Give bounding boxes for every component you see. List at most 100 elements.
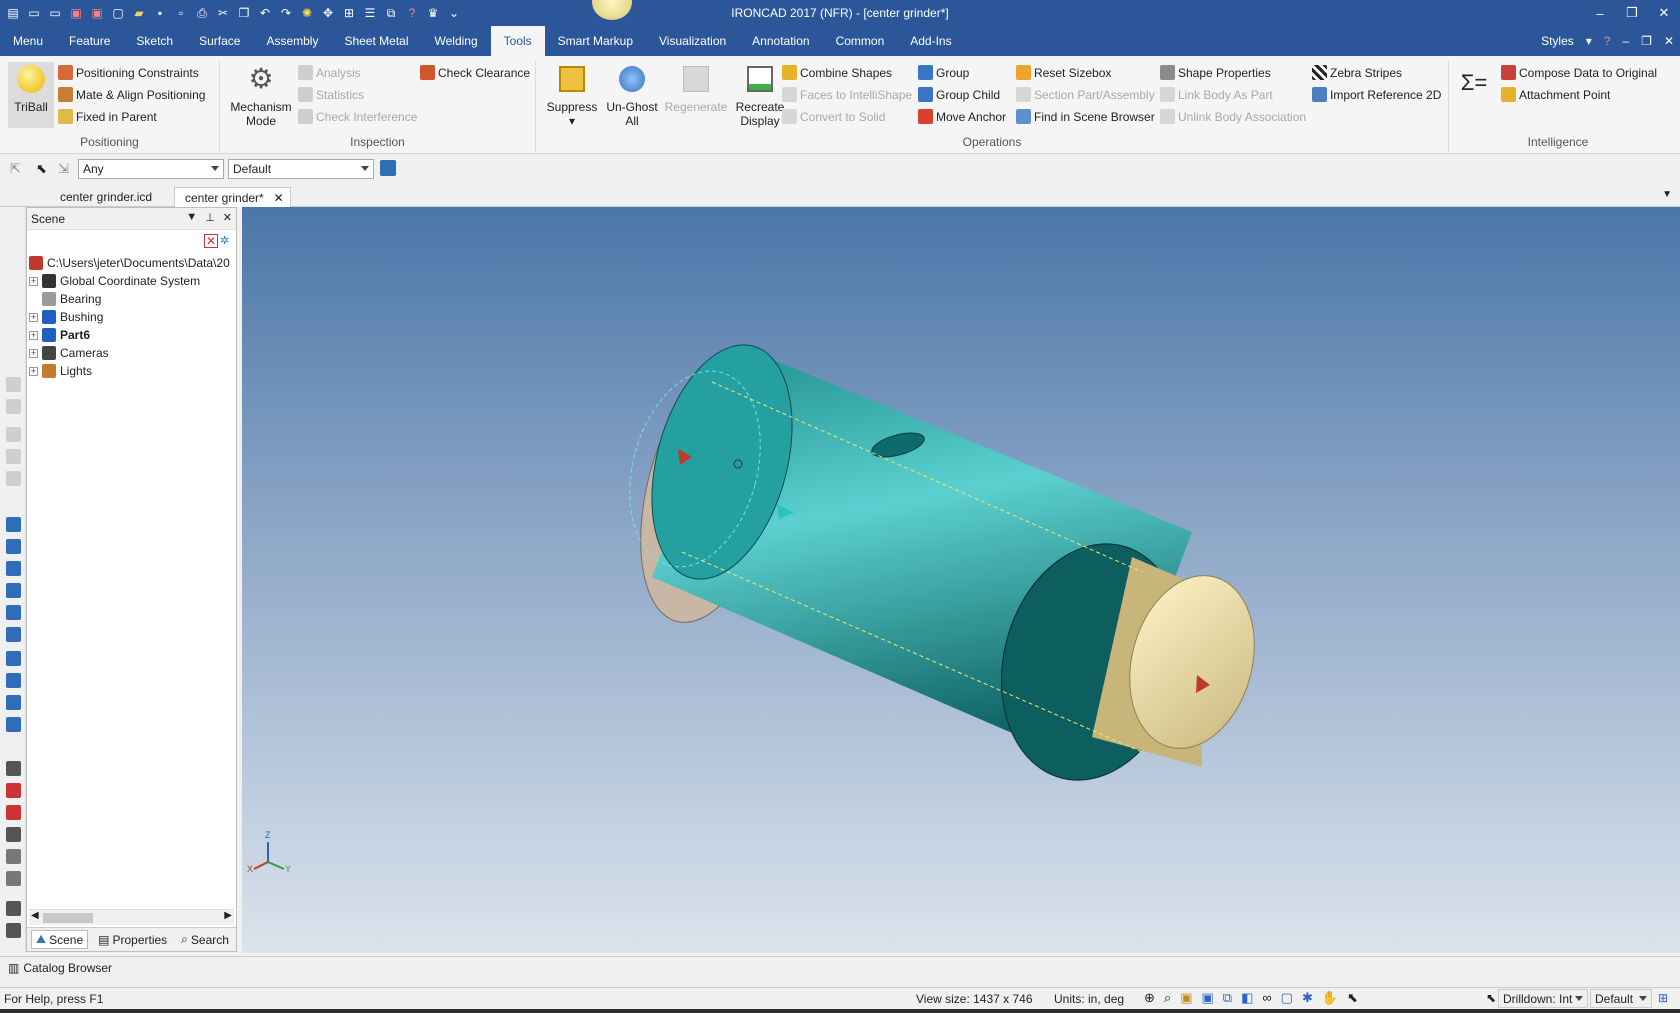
- section-view-icon[interactable]: [6, 783, 21, 798]
- compose-data-button[interactable]: Compose Data to Original: [1501, 62, 1657, 83]
- help-icon[interactable]: ?: [1604, 34, 1611, 48]
- new-drawing-icon[interactable]: ▭: [46, 4, 64, 22]
- scroll-right-icon[interactable]: ▶: [224, 910, 232, 921]
- view-back-icon[interactable]: [6, 539, 21, 554]
- viewport-svg[interactable]: Z X Y: [242, 207, 1680, 953]
- open-folder-icon[interactable]: ▰: [130, 4, 148, 22]
- catalog-browser-bar[interactable]: ▥ Catalog Browser: [0, 956, 1680, 978]
- select-mode-icon[interactable]: ⇱: [10, 161, 21, 177]
- analysis-button[interactable]: Analysis: [298, 62, 361, 83]
- zebra-stripes-button[interactable]: Zebra Stripes: [1312, 62, 1402, 83]
- view-right-icon[interactable]: [6, 583, 21, 598]
- shaded-icon[interactable]: ▣: [1201, 990, 1213, 1006]
- new-icon[interactable]: ▭: [25, 4, 43, 22]
- tab-smart-markup[interactable]: Smart Markup: [545, 26, 646, 56]
- triball-icon[interactable]: ✥: [319, 4, 337, 22]
- select-pointer-icon[interactable]: ⬉: [36, 161, 47, 177]
- tab-tools[interactable]: Tools: [490, 26, 545, 56]
- close-doc-icon[interactable]: ✕: [1664, 34, 1674, 48]
- selection-filter-dropdown[interactable]: Any: [78, 159, 224, 179]
- light-icon[interactable]: ✺: [298, 4, 316, 22]
- import-reference-2d-button[interactable]: Import Reference 2D: [1312, 84, 1441, 105]
- tab-visualization[interactable]: Visualization: [646, 26, 739, 56]
- shape-properties-button[interactable]: Shape Properties: [1160, 62, 1271, 83]
- tab-search[interactable]: ⌕ Search: [177, 931, 233, 948]
- rotate-icon[interactable]: [6, 849, 21, 864]
- triball-button[interactable]: TriBall: [8, 62, 54, 128]
- positioning-constraints-button[interactable]: Positioning Constraints: [58, 62, 199, 83]
- open-icon[interactable]: ▢: [109, 4, 127, 22]
- tutorial-icon[interactable]: ♛: [424, 4, 442, 22]
- redo-icon[interactable]: ↷: [277, 4, 295, 22]
- tab-surface[interactable]: Surface: [186, 26, 253, 56]
- style-dropdown[interactable]: Default: [228, 159, 374, 179]
- tab-add-ins[interactable]: Add-Ins: [897, 26, 964, 56]
- view-bottom-icon[interactable]: [6, 627, 21, 642]
- mechanism-mode-button[interactable]: ⚙ Mechanism Mode: [228, 62, 294, 129]
- view-dimetric-icon[interactable]: [6, 673, 21, 688]
- tab-assembly[interactable]: Assembly: [253, 26, 331, 56]
- unlink-body-button[interactable]: Unlink Body Association: [1160, 106, 1306, 127]
- status-style-dropdown[interactable]: Default: [1590, 989, 1652, 1008]
- copy-dropdown-icon[interactable]: ⧉: [382, 4, 400, 22]
- select-filter-icon[interactable]: ⇲: [58, 161, 69, 177]
- mate-align-button[interactable]: Mate & Align Positioning: [58, 84, 205, 105]
- network-icon[interactable]: ⊞: [1658, 991, 1668, 1005]
- panel-menu-icon[interactable]: ▼: [186, 211, 197, 224]
- attachment-point-button[interactable]: Attachment Point: [1501, 84, 1610, 105]
- save-icon[interactable]: ▪: [151, 4, 169, 22]
- restore-doc-icon[interactable]: ❐: [1641, 34, 1652, 48]
- fixed-in-parent-button[interactable]: Fixed in Parent: [58, 106, 157, 127]
- glasses-icon[interactable]: ∞: [1262, 990, 1271, 1006]
- save-as-icon[interactable]: ▫: [172, 4, 190, 22]
- minimize-button[interactable]: –: [1584, 0, 1616, 26]
- scene-horizontal-scrollbar[interactable]: ◀ ▶: [29, 909, 234, 925]
- check-clearance-button[interactable]: Check Clearance: [420, 62, 530, 83]
- close-panel-icon[interactable]: ✕: [223, 211, 232, 224]
- tab-welding[interactable]: Welding: [422, 26, 491, 56]
- minimize-doc-icon[interactable]: –: [1622, 34, 1629, 48]
- restore-button[interactable]: ❐: [1616, 0, 1648, 26]
- grid-icon[interactable]: ⊞: [340, 4, 358, 22]
- perspective-icon[interactable]: ◧: [1241, 990, 1253, 1006]
- find-in-scene-button[interactable]: Find in Scene Browser: [1016, 106, 1155, 127]
- close-tab-icon[interactable]: ✕: [274, 188, 284, 208]
- view-tool-icon[interactable]: [6, 471, 21, 486]
- sigma-button[interactable]: Σ=: [1459, 66, 1489, 104]
- expand-icon[interactable]: +: [29, 276, 38, 286]
- check-interference-button[interactable]: Check Interference: [298, 106, 417, 127]
- tab-sketch[interactable]: Sketch: [123, 26, 186, 56]
- scene-tree-item[interactable]: C:\Users\jeter\Documents\Data\20: [29, 254, 234, 272]
- view-trimetric-icon[interactable]: [6, 695, 21, 710]
- scene-tree-item[interactable]: Bearing: [29, 290, 234, 308]
- close-doc-icon[interactable]: ▣: [67, 4, 85, 22]
- view-tool-icon[interactable]: [6, 427, 21, 442]
- view-tool-icon[interactable]: [6, 399, 21, 414]
- zoom-fit-icon[interactable]: ⊕: [1144, 990, 1155, 1006]
- section-part-button[interactable]: Section Part/Assembly: [1016, 84, 1155, 105]
- styles-menu[interactable]: Styles: [1541, 34, 1574, 48]
- view-top-icon[interactable]: [6, 605, 21, 620]
- unghost-all-button[interactable]: Un-Ghost All: [602, 62, 662, 128]
- tab-list-chevron-icon[interactable]: ▼: [1662, 189, 1672, 200]
- app-icon[interactable]: ▤: [4, 4, 22, 22]
- scene-tree-item[interactable]: + Cameras: [29, 344, 234, 362]
- tab-scene[interactable]: ⛰ Scene: [31, 930, 89, 949]
- undo-icon[interactable]: ↶: [256, 4, 274, 22]
- view-normal-icon[interactable]: [6, 717, 21, 732]
- scene-tree-item[interactable]: + Part6: [29, 326, 234, 344]
- customize-qat-icon[interactable]: ⌄: [445, 4, 463, 22]
- view-tool-icon[interactable]: [6, 377, 21, 392]
- scene-tree-item[interactable]: + Global Coordinate System: [29, 272, 234, 290]
- pin-icon[interactable]: ⊥: [205, 211, 215, 224]
- scroll-left-icon[interactable]: ◀: [31, 910, 39, 921]
- close-button[interactable]: ✕: [1648, 0, 1680, 26]
- tab-annotation[interactable]: Annotation: [739, 26, 822, 56]
- tab-sheet-metal[interactable]: Sheet Metal: [331, 26, 421, 56]
- tab-properties[interactable]: ▤ Properties: [94, 932, 171, 948]
- convert-to-solid-button[interactable]: Convert to Solid: [782, 106, 885, 127]
- pointer-icon[interactable]: ⬉: [1347, 990, 1358, 1006]
- chevron-down-icon[interactable]: ▾: [1586, 34, 1592, 48]
- group-child-button[interactable]: Group Child: [918, 84, 1000, 105]
- doc-tab-center-grinder-icd[interactable]: center grinder.icd: [50, 187, 162, 207]
